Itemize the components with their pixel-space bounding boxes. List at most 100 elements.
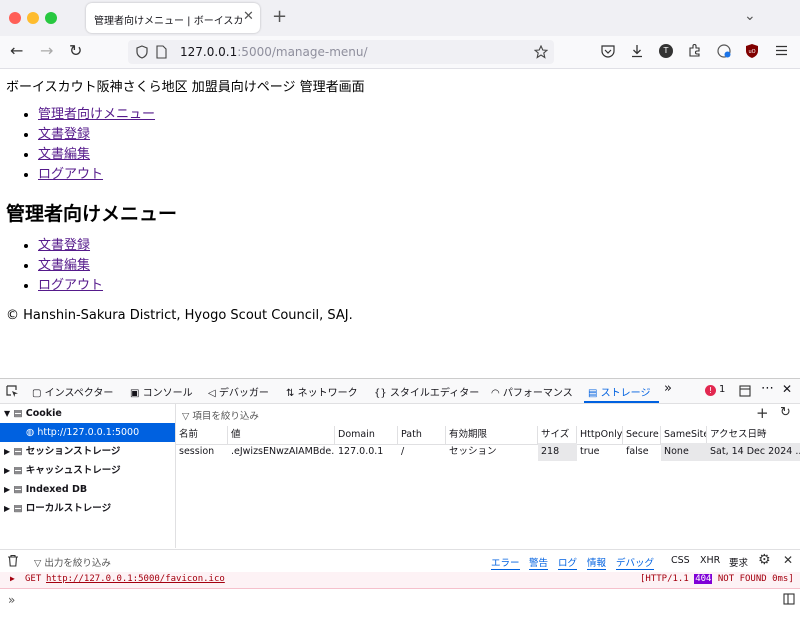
cell-path[interactable]: / — [398, 443, 446, 461]
download-icon[interactable] — [630, 44, 644, 58]
console-filter-warnings[interactable]: 警告 — [529, 555, 549, 570]
console-filter-input[interactable]: ▽ 出力を絞り込み — [34, 555, 111, 569]
column-header-secure[interactable]: Secure — [623, 426, 661, 444]
console-prompt-icon[interactable]: » — [8, 593, 15, 607]
shield-icon[interactable] — [136, 45, 148, 59]
column-header-name[interactable]: 名前 — [176, 426, 228, 444]
tab-list-icon[interactable]: ⌄ — [744, 8, 756, 24]
url-bar[interactable]: 127.0.0.1:5000/manage-menu/ — [128, 40, 554, 64]
storage-icon: ▤ — [588, 388, 598, 399]
sidebar-item-cookie-host[interactable]: ◍ http://127.0.0.1:5000 — [0, 423, 175, 442]
tab-performance[interactable]: ◠ パフォーマンス — [491, 384, 573, 399]
sidebar-item-session-storage[interactable]: ▶ ▤ セッションストレージ — [0, 442, 175, 461]
column-header-value[interactable]: 値 — [228, 426, 335, 444]
tab-storage[interactable]: ▤ ストレージ — [588, 384, 650, 399]
nav-link-logout[interactable]: ログアウト — [38, 167, 103, 182]
column-header-samesite[interactable]: SameSite — [661, 426, 707, 444]
dock-icon[interactable] — [739, 385, 751, 397]
cell-size[interactable]: 218 — [538, 443, 577, 461]
tab-inspector[interactable]: ▢ インスペクター — [32, 384, 113, 399]
ublock-icon[interactable]: uO — [745, 43, 759, 59]
cell-expires[interactable]: セッション — [446, 443, 538, 461]
sidebar-item-local-storage[interactable]: ▶ ▤ ローカルストレージ — [0, 499, 175, 518]
tab-close-icon[interactable]: ✕ — [243, 9, 254, 24]
debugger-icon: ◁ — [208, 388, 216, 399]
session-storage-label: セッションストレージ — [25, 446, 121, 457]
console-filter-debug[interactable]: デバッグ — [616, 555, 655, 570]
column-header-last-accessed[interactable]: アクセス日時 — [707, 426, 800, 444]
console-filter-requests[interactable]: 要求 — [729, 555, 748, 569]
globe-icon: ◍ — [26, 427, 35, 438]
sidebar-item-cookie[interactable]: ▼ ▤ Cookie — [0, 404, 175, 423]
tab-console[interactable]: ▣ コンソール — [130, 384, 193, 399]
close-devtools-icon[interactable]: ✕ — [782, 382, 792, 396]
close-window-button[interactable] — [9, 12, 21, 24]
column-header-httponly[interactable]: HttpOnly — [577, 426, 623, 444]
sidebar-item-indexed-db[interactable]: ▶ ▤ Indexed DB — [0, 480, 175, 499]
column-header-path[interactable]: Path — [398, 426, 446, 444]
devtools-panel: ▢ インスペクター ▣ コンソール ◁ デバッガー ⇅ ネットワーク {} スタ… — [0, 378, 800, 629]
reload-icon[interactable]: ↻ — [69, 41, 82, 60]
console-error-message[interactable]: ▶ GET http://127.0.0.1:5000/favicon.ico … — [0, 572, 800, 589]
page-icon[interactable] — [156, 45, 167, 59]
storage-sidebar: ▼ ▤ Cookie ◍ http://127.0.0.1:5000 ▶ ▤ セ… — [0, 404, 176, 548]
menu-link-logout[interactable]: ログアウト — [38, 278, 103, 293]
cell-samesite[interactable]: None — [661, 443, 707, 461]
cell-last-accessed[interactable]: Sat, 14 Dec 2024 ... — [707, 443, 800, 461]
storage-filter-input[interactable]: ▽ 項目を絞り込み — [182, 408, 259, 422]
trash-icon[interactable] — [7, 554, 19, 567]
console-filter-logs[interactable]: ログ — [558, 555, 578, 570]
expand-arrow-icon[interactable]: ▶ — [10, 574, 15, 583]
console-filter-errors[interactable]: エラー — [491, 555, 520, 570]
console-filter-info[interactable]: 情報 — [587, 555, 607, 570]
error-icon[interactable]: ! — [705, 385, 716, 396]
column-header-size[interactable]: サイズ — [538, 426, 577, 444]
bookmark-star-icon[interactable] — [534, 45, 548, 59]
url-text[interactable]: 127.0.0.1:5000/manage-menu/ — [180, 45, 368, 59]
add-item-icon[interactable]: + — [756, 404, 769, 422]
menu-link-document-register[interactable]: 文書登録 — [38, 238, 90, 253]
column-header-expires[interactable]: 有効期限 — [446, 426, 538, 444]
pocket-icon[interactable] — [601, 45, 615, 58]
forward-icon[interactable]: → — [40, 41, 53, 60]
cell-value[interactable]: .eJwizsENwzAIAMBde... — [228, 443, 335, 461]
element-picker-icon[interactable] — [6, 385, 19, 398]
minimize-window-button[interactable] — [27, 12, 39, 24]
sidebar-item-cache-storage[interactable]: ▶ ▤ キャッシュストレージ — [0, 461, 175, 480]
cell-httponly[interactable]: true — [577, 443, 623, 461]
cell-name[interactable]: session — [176, 443, 228, 461]
console-settings-gear-icon[interactable]: ⚙ — [758, 552, 771, 568]
status-suffix: NOT FOUND 0ms] — [717, 574, 794, 584]
extensions-icon[interactable] — [687, 43, 702, 58]
tab-style-editor[interactable]: {} スタイルエディター — [374, 384, 479, 399]
cell-secure[interactable]: false — [623, 443, 661, 461]
error-count[interactable]: 1 — [719, 384, 725, 395]
style-editor-icon: {} — [374, 388, 387, 399]
menu-icon[interactable] — [775, 45, 788, 56]
editor-mode-icon[interactable] — [783, 593, 795, 605]
menu-link-document-edit[interactable]: 文書編集 — [38, 258, 90, 273]
refresh-icon[interactable]: ↻ — [780, 405, 791, 420]
browser-tab[interactable]: 管理者向けメニュー | ボーイスカウト阪 ✕ — [86, 3, 260, 33]
console-filter-xhr[interactable]: XHR — [700, 555, 720, 566]
tab-network[interactable]: ⇅ ネットワーク — [286, 384, 358, 399]
options-icon[interactable]: ⋯ — [761, 381, 774, 396]
nav-link-document-edit[interactable]: 文書編集 — [38, 147, 90, 162]
tab-debugger[interactable]: ◁ デバッガー — [208, 384, 269, 399]
collapsed-arrow-icon: ▶ — [4, 447, 11, 456]
console-filter-css[interactable]: CSS — [671, 555, 690, 566]
maximize-window-button[interactable] — [45, 12, 57, 24]
cell-domain[interactable]: 127.0.0.1 — [335, 443, 398, 461]
account-avatar-icon[interactable]: T — [659, 44, 673, 58]
request-url-link[interactable]: http://127.0.0.1:5000/favicon.ico — [46, 574, 225, 584]
tab-inspector-label: インスペクター — [44, 388, 114, 399]
new-tab-icon[interactable]: + — [272, 6, 287, 27]
collapsed-arrow-icon: ▶ — [4, 504, 11, 513]
nav-link-admin-menu[interactable]: 管理者向けメニュー — [38, 107, 155, 122]
more-tabs-icon[interactable]: » — [664, 381, 672, 396]
back-icon[interactable]: ← — [10, 41, 23, 60]
close-console-icon[interactable]: ✕ — [783, 553, 793, 567]
column-header-domain[interactable]: Domain — [335, 426, 398, 444]
translate-extension-icon[interactable] — [716, 43, 732, 59]
nav-link-document-register[interactable]: 文書登録 — [38, 127, 90, 142]
